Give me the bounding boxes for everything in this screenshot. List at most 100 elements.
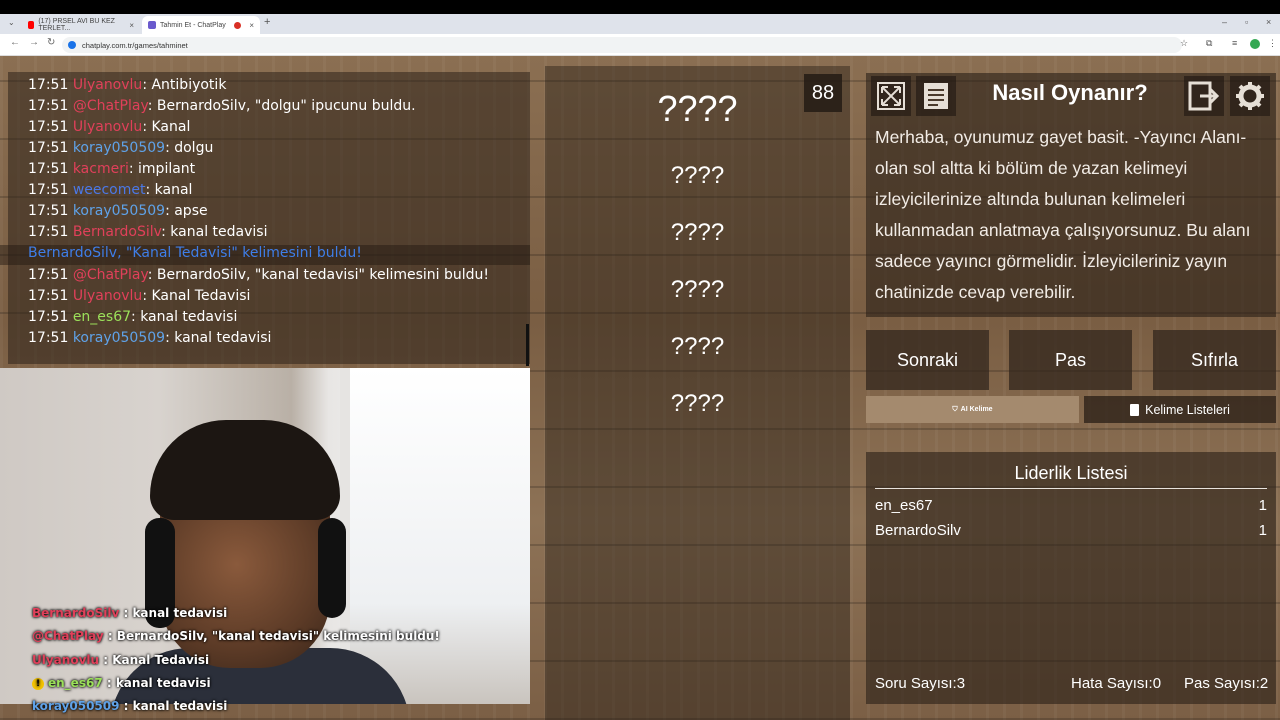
chat-line: 17:51 Ulyanovlu: Kanal [28, 119, 190, 139]
error-count: Hata Sayısı:0 [1071, 675, 1162, 692]
chatplay-icon [148, 21, 156, 29]
tab-chatplay[interactable]: Tahmin Et - ChatPlay × [142, 16, 260, 34]
window-background [340, 368, 530, 704]
chat-user[interactable]: @ChatPlay [73, 267, 148, 283]
chat-line: 17:51 koray050509: apse [28, 203, 208, 223]
player-score: 1 [1258, 497, 1267, 514]
chat-user[interactable]: koray050509 [73, 203, 165, 219]
overlay-chat-line: ! en_es67 : kanal tedavisi [32, 676, 211, 690]
system-text: , "Kanal Tedavisi" kelimesini buldu! [117, 245, 362, 261]
chat-user[interactable]: BernardoSilv [73, 224, 161, 240]
chat-time: 17:51 [28, 182, 69, 198]
overlay-user: @ChatPlay [32, 629, 104, 643]
chat-line: 17:51 koray050509: dolgu [28, 140, 213, 160]
warning-icon: ! [32, 677, 44, 690]
chat-time: 17:51 [28, 203, 69, 219]
reload-icon[interactable]: ↻ [47, 37, 55, 48]
chat-user[interactable]: en_es67 [73, 309, 131, 325]
chat-line: 17:51 koray050509: kanal tedavisi [28, 330, 271, 350]
chat-user[interactable]: Ulyanovlu [73, 77, 143, 93]
player-name: en_es67 [875, 497, 933, 514]
fullscreen-icon[interactable] [871, 76, 911, 116]
gear-icon[interactable] [1230, 76, 1270, 116]
profile-avatar[interactable] [1250, 39, 1260, 49]
exit-icon[interactable] [1184, 76, 1224, 116]
leaderboard-panel [866, 452, 1276, 704]
url-text: chatplay.com.tr/games/tahminet [82, 40, 188, 50]
recording-icon [234, 21, 242, 29]
close-icon[interactable]: × [249, 21, 254, 30]
chat-user[interactable]: @ChatPlay [73, 98, 148, 114]
chat-user[interactable]: koray050509 [73, 140, 165, 156]
chat-line: 17:51 weecomet: kanal [28, 182, 192, 202]
back-icon[interactable]: ← [10, 37, 20, 48]
forward-icon[interactable]: → [29, 37, 39, 48]
chat-user[interactable]: weecomet [73, 182, 146, 198]
url-field[interactable]: chatplay.com.tr/games/tahminet [62, 37, 1182, 53]
chat-message: : Kanal [142, 119, 191, 135]
chat-message: : BernardoSilv, "dolgu" ipucunu buldu. [147, 98, 416, 114]
chat-line: 17:51 en_es67: kanal tedavisi [28, 309, 237, 329]
headset-right [318, 518, 346, 618]
question-count: Soru Sayısı:3 [875, 675, 966, 692]
word-lists-button[interactable]: Kelime Listeleri [1084, 396, 1276, 423]
ai-word-button[interactable]: ⛉ AI Kelime [866, 396, 1079, 423]
chat-user[interactable]: Ulyanovlu [73, 288, 143, 304]
reset-button[interactable]: Sıfırla [1153, 330, 1276, 390]
main-word: ???? [657, 88, 738, 129]
chat-user[interactable]: Ulyanovlu [73, 119, 143, 135]
chat-line: 17:51 kacmeri: impilant [28, 161, 195, 181]
pass-count: Pas Sayısı:2 [1184, 675, 1269, 692]
overlay-chat-line: BernardoSilv : kanal tedavisi [32, 606, 227, 620]
chat-line: 17:51 Ulyanovlu: Antibiyotik [28, 77, 226, 97]
overlay-user: BernardoSilv [32, 606, 120, 620]
chat-message: : kanal tedavisi [131, 309, 238, 325]
extensions-icon[interactable]: ⧉ [1206, 38, 1212, 49]
chat-time: 17:51 [28, 98, 69, 114]
overlay-message: : Kanal Tedavisi [99, 653, 210, 667]
chat-time: 17:51 [28, 267, 69, 283]
youtube-icon [28, 21, 35, 29]
close-icon[interactable]: × [129, 21, 134, 30]
media-icon[interactable]: ≡ [1232, 38, 1237, 48]
tab-title: Tahmin Et - ChatPlay [160, 21, 226, 29]
site-info-icon[interactable] [68, 41, 76, 49]
chat-message: : kanal tedavisi [161, 224, 268, 240]
clipboard-icon [1130, 403, 1140, 416]
window-close-icon[interactable]: × [1266, 17, 1271, 27]
tab-search-icon[interactable]: ⌄ [8, 18, 15, 27]
chat-message: : impilant [128, 161, 196, 177]
pass-button[interactable]: Pas [1009, 330, 1132, 390]
bookmark-star-icon[interactable]: ☆ [1180, 38, 1188, 49]
leaderboard-title: Liderlik Listesi [875, 463, 1267, 489]
overlay-user: koray050509 [32, 699, 120, 713]
word-lists-label: Kelime Listeleri [1145, 402, 1230, 417]
tab-strip: ⌄ (17) PRSEL AVI BU KEZ TERLET... × Tahm… [0, 14, 1280, 34]
next-button[interactable]: Sonraki [866, 330, 989, 390]
document-icon[interactable] [916, 76, 956, 116]
chat-line: 17:51 @ChatPlay: BernardoSilv, "kanal te… [28, 267, 489, 287]
chat-user[interactable]: kacmeri [73, 161, 129, 177]
player-name: BernardoSilv [875, 522, 961, 539]
chat-message: : kanal tedavisi [165, 330, 272, 346]
system-user: BernardoSilv [28, 245, 118, 261]
chat-user[interactable]: koray050509 [73, 330, 165, 346]
taboo-word: ???? [670, 390, 725, 417]
overlay-chat-line: @ChatPlay : BernardoSilv, "kanal tedavis… [32, 629, 440, 643]
overlay-chat-line: koray050509 : kanal tedavisi [32, 699, 227, 713]
leaderboard-row: BernardoSilv 1 [875, 522, 1267, 539]
overlay-message: : kanal tedavisi [119, 699, 228, 713]
overlay-message: : kanal tedavisi [102, 676, 211, 690]
tab-youtube[interactable]: (17) PRSEL AVI BU KEZ TERLET... × [22, 16, 140, 34]
minimize-icon[interactable]: – [1222, 17, 1227, 27]
chat-time: 17:51 [28, 330, 69, 346]
new-tab-button[interactable]: + [264, 16, 270, 28]
menu-icon[interactable]: ⋮ [1268, 38, 1277, 49]
chat-scrollbar[interactable] [526, 324, 529, 366]
chat-message: : Antibiyotik [142, 77, 227, 93]
overlay-message: : BernardoSilv, "kanal tedavisi" kelimes… [103, 629, 440, 643]
streamer-hair [150, 420, 340, 520]
maximize-icon[interactable]: ▫ [1245, 17, 1248, 27]
chat-time: 17:51 [28, 119, 69, 135]
taboo-word: ???? [670, 276, 725, 303]
